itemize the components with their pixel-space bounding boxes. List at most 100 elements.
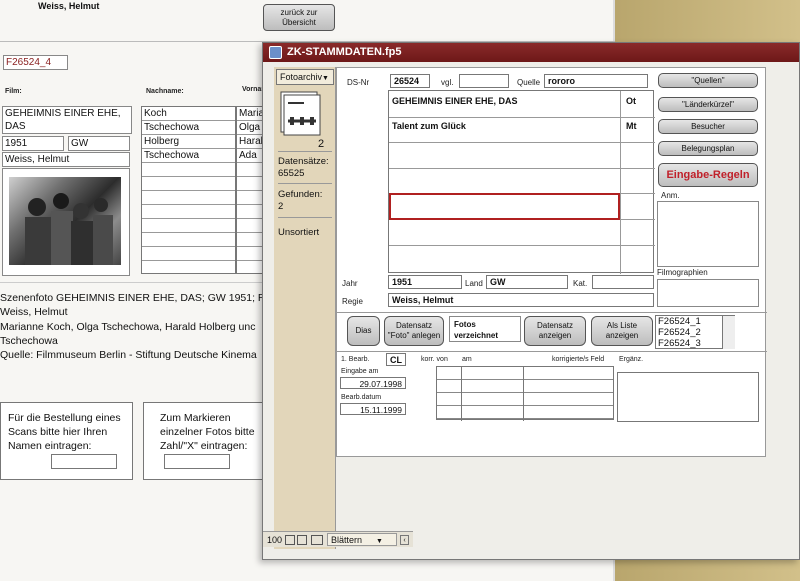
eingabe-field[interactable]: 29.07.1998	[340, 377, 406, 389]
bearb-datum-field[interactable]: 15.11.1999	[340, 403, 406, 415]
caption-line-5: Quelle: Filmmuseum Berlin - Stiftung Deu…	[0, 349, 257, 361]
scene-photo-image	[9, 177, 121, 265]
title-row-1-code[interactable]: Ot	[626, 95, 636, 108]
corrections-table[interactable]	[436, 366, 614, 421]
cast-row-1-last: Koch	[144, 108, 167, 119]
eingabe-regeln-button[interactable]: Eingabe-Regeln	[658, 163, 758, 187]
filemaker-window: ZK-STAMMDATEN.fp5 Fotoarchiv▼ 2 Datensät…	[262, 42, 800, 560]
caption-line-2: Weiss, Helmut	[0, 306, 68, 318]
record-id: F26524_4	[3, 55, 68, 70]
label-nachname: Nachname:	[146, 88, 184, 95]
als-liste-anzeigen-button[interactable]: Als Liste anzeigen	[591, 316, 653, 346]
ergaenz-label: Ergänz.	[619, 356, 644, 363]
datensatz-foto-anlegen-button[interactable]: Datensatz "Foto" anlegen	[384, 316, 444, 346]
cast-row-3-last: Holberg	[144, 136, 180, 147]
status-toggle-icon[interactable]	[311, 535, 323, 545]
film-country: GW	[68, 136, 130, 151]
title-row-2[interactable]: Talent zum Glück	[392, 120, 466, 133]
mark-text-2: einzelner Fotos bitte	[160, 426, 255, 438]
zoom-out-icon[interactable]	[285, 535, 295, 545]
ds-label: DS-Nr	[347, 78, 370, 87]
besucher-button[interactable]: Besucher	[658, 119, 758, 134]
title-row-1[interactable]: GEHEIMNIS EINER EHE, DAS	[392, 95, 518, 108]
window-title: ZK-STAMMDATEN.fp5	[287, 46, 402, 58]
land-field[interactable]: GW	[486, 275, 568, 289]
order-text-3: Namen eintragen:	[8, 440, 92, 452]
status-area: Fotoarchiv▼ 2 Datensätze: 65525 Gefunden…	[274, 67, 336, 549]
fotos-verzeichnet-label: Fotos verzeichnet	[449, 316, 521, 342]
titles-portal: GEHEIMNIS EINER EHE, DAS Ot Talent zum G…	[388, 90, 655, 274]
filemaker-app-icon	[269, 46, 282, 59]
order-text-1: Für die Bestellung eines	[8, 412, 121, 424]
regie-label: Regie	[342, 297, 363, 306]
chevron-down-icon: ▼	[322, 75, 329, 82]
photo-id-2[interactable]: F26524_2	[658, 327, 701, 338]
records-count: 65525	[278, 168, 305, 179]
kat-field[interactable]	[592, 275, 654, 289]
vgl-label: vgl.	[441, 78, 454, 87]
record-book-icon[interactable]	[280, 91, 328, 141]
jahr-label: Jahr	[342, 279, 358, 288]
sort-status: Unsortiert	[278, 227, 320, 238]
bearb-datum-label: Bearb.datum	[341, 394, 382, 401]
scene-photo-frame	[2, 168, 130, 276]
dias-button[interactable]: Dias	[347, 316, 380, 346]
mark-text-1: Zum Markieren	[160, 412, 231, 424]
found-count: 2	[278, 201, 284, 212]
title-row-active[interactable]	[389, 193, 620, 220]
record-form: DS-Nr 26524 vgl. Quelle rororo "Quellen"…	[336, 67, 767, 457]
korr-von-label: korr. von	[421, 356, 448, 363]
layout-menu[interactable]: Fotoarchiv▼	[276, 69, 334, 85]
filmographien-field[interactable]	[657, 279, 759, 307]
cast-row-4-last: Tschechowa	[144, 150, 200, 161]
cast-row-2-last: Tschechowa	[144, 122, 200, 133]
ergaenzung-field[interactable]	[617, 372, 759, 422]
eingabe-label: Eingabe am	[341, 368, 379, 375]
header-name: Weiss, Helmut	[38, 1, 100, 11]
caption-line-4: Tschechowa	[0, 335, 58, 347]
datensatz-anzeigen-button[interactable]: Datensatz anzeigen	[524, 316, 586, 346]
caption-line-3: Marianne Koch, Olga Tschechowa, Harald H…	[0, 321, 256, 333]
title-row-2-code[interactable]: Mt	[626, 120, 637, 133]
quelle-field[interactable]: rororo	[544, 74, 648, 88]
layout-menu-label: Fotoarchiv	[280, 72, 323, 82]
mark-number-input[interactable]	[164, 454, 230, 469]
bearb-label: 1. Bearb.	[341, 356, 370, 363]
vgl-field[interactable]	[459, 74, 509, 88]
photo-list-scrollbar[interactable]	[722, 316, 735, 349]
photo-id-1[interactable]: F26524_1	[658, 316, 701, 327]
photo-id-3[interactable]: F26524_3	[658, 338, 701, 349]
jahr-field[interactable]: 1951	[388, 275, 462, 289]
ds-field[interactable]: 26524	[390, 74, 430, 88]
film-director: Weiss, Helmut	[2, 152, 130, 167]
anm-label: Anm.	[661, 191, 680, 200]
quellen-button[interactable]: "Quellen"	[658, 73, 758, 88]
caption-line-1: Szenenfoto GEHEIMNIS EINER EHE, DAS; GW …	[0, 292, 266, 304]
korr-feld-label: korrigierte/s Feld	[552, 356, 605, 363]
land-label: Land	[465, 279, 483, 288]
mode-label: Blättern	[331, 535, 363, 545]
mode-menu[interactable]: Blättern ▼	[327, 533, 397, 546]
laenderkuerzel-button[interactable]: "Länderkürzel"	[658, 97, 758, 112]
regie-field[interactable]: Weiss, Helmut	[388, 293, 654, 307]
belegungsplan-button[interactable]: Belegungsplan	[658, 141, 758, 156]
photo-id-list: F26524_1 F26524_2 F26524_3	[655, 315, 735, 349]
filmographien-label: Filmographien	[657, 268, 708, 277]
scroll-left-icon[interactable]: ‹	[400, 535, 409, 545]
order-name-input[interactable]	[51, 454, 117, 469]
kat-label: Kat.	[573, 279, 588, 288]
order-box: Für die Bestellung eines Scans bitte hie…	[0, 402, 133, 480]
anm-field[interactable]	[657, 201, 759, 267]
film-title: GEHEIMNIS EINER EHE, DAS	[2, 106, 132, 134]
order-text-2: Scans bitte hier Ihren	[8, 426, 108, 438]
label-film: Film:	[5, 88, 22, 95]
bearb-field[interactable]: CL	[386, 353, 406, 366]
quelle-label: Quelle	[517, 78, 541, 87]
zoom-level[interactable]: 100	[267, 534, 282, 547]
mark-box: Zum Markieren einzelner Fotos bitte Zahl…	[143, 402, 265, 480]
am-label: am	[462, 356, 472, 363]
zoom-in-icon[interactable]	[297, 535, 307, 545]
current-record-number[interactable]: 2	[318, 138, 324, 151]
back-to-overview-button[interactable]: zurück zur Übersicht	[263, 4, 335, 31]
window-titlebar[interactable]: ZK-STAMMDATEN.fp5	[263, 43, 799, 62]
